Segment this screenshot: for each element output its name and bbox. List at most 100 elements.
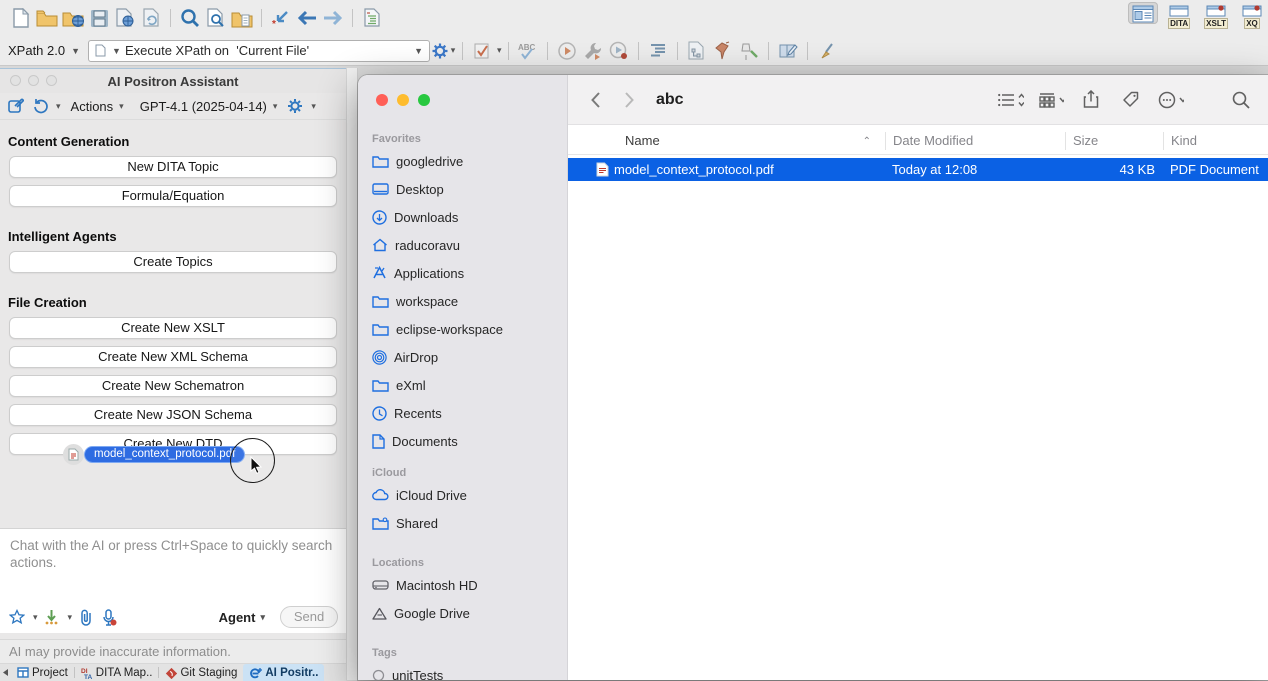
column-size[interactable]: Size [1065,132,1163,150]
search-icon[interactable] [1228,87,1254,113]
reload-icon[interactable] [138,5,164,31]
forward-icon[interactable] [320,5,346,31]
column-name[interactable]: Name⌃ [568,132,885,150]
history-icon[interactable] [30,96,50,116]
configure-transformation-icon[interactable] [580,38,606,64]
tab-git-staging[interactable]: Git Staging [159,664,243,681]
column-date-modified[interactable]: Date Modified [885,132,1065,150]
find-replace-icon[interactable] [203,5,229,31]
close-button[interactable] [376,94,388,106]
tab-dita-maps[interactable]: DITA DITA Map.. [75,664,159,681]
column-kind[interactable]: Kind [1163,132,1268,150]
forward-button[interactable] [616,87,642,113]
tab-scroll-left-icon[interactable] [2,668,9,677]
go-last-edit-icon[interactable]: * [268,5,294,31]
create-new-xslt-button[interactable]: Create New XSLT [9,317,337,339]
debug-icon[interactable] [606,38,632,64]
list-view-control[interactable] [998,87,1024,113]
sidebar-item-googledrive[interactable]: googledrive [358,147,567,175]
formula-equation-button[interactable]: Formula/Equation [9,185,337,207]
chevron-down-icon[interactable]: ▾ [68,612,73,623]
open-url-icon[interactable] [60,5,86,31]
sidebar-item-desktop[interactable]: Desktop [358,175,567,203]
file-row-selected[interactable]: model_context_protocol.pdf Today at 12:0… [568,158,1268,181]
sidebar-item-macintosh-hd[interactable]: Macintosh HD [358,571,567,599]
sidebar-item-icloud-drive[interactable]: iCloud Drive [358,481,567,509]
create-topics-button[interactable]: Create Topics [9,251,337,273]
perspective-xslt-debug-button[interactable]: XSLT [1200,2,1232,30]
back-button[interactable] [582,87,608,113]
chevron-down-icon[interactable]: ▾ [311,101,316,112]
pin-green-icon[interactable] [736,38,762,64]
chevron-down-icon[interactable]: ▾ [56,101,61,112]
panel-scrollbar-gutter[interactable] [346,68,358,680]
apply-transformation-icon[interactable] [554,38,580,64]
send-button[interactable]: Send [280,606,338,628]
desktop-icon [372,183,389,196]
minimize-button[interactable] [397,94,409,106]
share-icon[interactable] [1078,87,1104,113]
actions-menu[interactable]: Actions [71,99,114,114]
new-dita-topic-button[interactable]: New DITA Topic [9,156,337,178]
microphone-icon[interactable] [100,608,118,626]
dragged-file-chip[interactable]: model_context_protocol.pdf [84,446,245,463]
perspective-editor-button[interactable] [1128,2,1158,24]
xpath-expression-combo[interactable]: ▼ Execute XPath on 'Current File' ▼ [88,40,430,62]
sidebar-item-exml[interactable]: eXml [358,371,567,399]
open-folder-icon[interactable] [34,5,60,31]
chat-input[interactable]: Chat with the AI or press Ctrl+Space to … [0,528,346,601]
attach-icon[interactable] [77,608,95,626]
spell-check-icon[interactable]: ABC [515,38,541,64]
review-icon[interactable] [775,38,801,64]
chevron-down-icon[interactable]: ▾ [119,101,124,112]
gear-icon[interactable] [285,96,305,116]
settings-gear-icon[interactable]: ▾ [430,38,456,64]
sidebar-item-google-drive[interactable]: Google Drive [358,599,567,627]
search-icon[interactable] [177,5,203,31]
sidebar-item-shared[interactable]: Shared [358,509,567,537]
dita-maps-icon: DITA [81,667,93,679]
create-new-schematron-button[interactable]: Create New Schematron [9,375,337,397]
sidebar-item-documents[interactable]: Documents [358,427,567,455]
group-by-control[interactable] [1038,87,1064,113]
sidebar-item-unittests[interactable]: unitTests [358,661,567,680]
save-icon[interactable] [86,5,112,31]
sidebar-item-eclipse-workspace[interactable]: eclipse-workspace [358,315,567,343]
create-new-json-schema-button[interactable]: Create New JSON Schema [9,404,337,426]
perspective-dita-button[interactable]: DITA [1164,2,1194,30]
sidebar-item-applications[interactable]: Applications [358,259,567,287]
create-new-xml-schema-button[interactable]: Create New XML Schema [9,346,337,368]
validate-icon[interactable] [469,38,495,64]
favorites-star-icon[interactable] [8,608,26,626]
zoom-button[interactable] [418,94,430,106]
tab-project[interactable]: Project [11,664,74,681]
chevron-down-icon[interactable]: ▾ [33,612,38,623]
insert-markup-icon[interactable] [43,608,61,626]
new-file-icon[interactable] [8,5,34,31]
xpath-mode-select[interactable]: XPath 2.0 ▼ [8,43,80,58]
sidebar-item-home[interactable]: raducoravu [358,231,567,259]
chevron-down-icon[interactable]: ▾ [273,101,278,112]
tags-icon[interactable] [1118,87,1144,113]
ai-panel-header: AI Positron Assistant [0,69,346,93]
sidebar-item-workspace[interactable]: workspace [358,287,567,315]
model-select[interactable]: GPT-4.1 (2025-04-14) [140,99,267,114]
sidebar-item-airdrop[interactable]: AirDrop [358,343,567,371]
find-in-files-icon[interactable] [229,5,255,31]
more-actions-control[interactable] [1158,87,1184,113]
perspective-xquery-debug-button[interactable]: XQ [1238,2,1266,30]
perspective-switcher: DITA XSLT XQ [1128,2,1266,30]
tab-ai-positron[interactable]: AI Positr.. [243,664,324,681]
indent-icon[interactable] [645,38,671,64]
clean-icon[interactable] [814,38,840,64]
sidebar-item-downloads[interactable]: Downloads [358,203,567,231]
format-indent-icon[interactable] [359,5,385,31]
associate-schema-icon[interactable] [684,38,710,64]
sidebar-item-recents[interactable]: Recents [358,399,567,427]
pin-red-icon[interactable] [710,38,736,64]
save-to-url-icon[interactable] [112,5,138,31]
new-chat-icon[interactable] [6,96,26,116]
agent-mode-select[interactable]: Agent ▾ [219,610,265,625]
chevron-down-icon[interactable]: ▾ [497,45,502,56]
back-icon[interactable] [294,5,320,31]
